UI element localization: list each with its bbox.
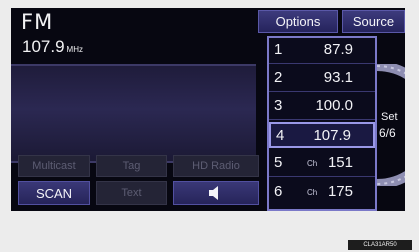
scan-button[interactable]: SCAN <box>18 181 90 205</box>
set-label: Set <box>381 111 398 123</box>
preset-channel-prefix: Ch <box>307 188 318 197</box>
preset-item-3[interactable]: 3 100.0 <box>269 94 375 120</box>
set-dial[interactable] <box>371 64 405 186</box>
preset-number: 1 <box>274 41 283 58</box>
band-label: FM <box>21 10 54 34</box>
multicast-button[interactable]: Multicast <box>18 155 90 177</box>
set-count: 6/6 <box>379 126 396 140</box>
preset-channel-prefix: Ch <box>307 159 318 168</box>
preset-value: 100.0 <box>315 97 353 114</box>
source-button[interactable]: Source <box>342 10 405 33</box>
preset-value: 175 <box>327 183 353 200</box>
preset-number: 6 <box>274 183 283 200</box>
radio-screen: FM 107.9 MHz Options Source Multicast Tag… <box>11 8 405 211</box>
preset-number: 2 <box>274 69 283 86</box>
frequency-unit: MHz <box>66 45 83 54</box>
preset-item-2[interactable]: 2 93.1 <box>269 66 375 92</box>
preset-number: 5 <box>274 154 283 171</box>
preset-value: 87.9 <box>323 41 353 58</box>
volume-button[interactable] <box>173 181 259 205</box>
preset-item-1[interactable]: 1 87.9 <box>269 38 375 64</box>
preset-item-4[interactable]: 4 107.9 <box>269 122 375 148</box>
preset-number: 3 <box>274 97 283 114</box>
hd-radio-button[interactable]: HD Radio <box>173 155 259 177</box>
tag-button[interactable]: Tag <box>96 155 167 177</box>
preset-value: 151 <box>327 154 353 171</box>
frequency-value: 107.9 <box>22 37 65 56</box>
image-code: CLA31AR50 <box>348 240 412 250</box>
speaker-icon <box>209 186 218 200</box>
text-button[interactable]: Text <box>96 181 167 205</box>
preset-item-5[interactable]: 5 Ch 151 <box>269 151 375 177</box>
current-frequency: 107.9 MHz <box>22 37 83 57</box>
preset-list: 1 87.9 2 93.1 3 100.0 4 107.9 5 Ch 151 6… <box>267 36 377 211</box>
info-band <box>11 66 256 162</box>
preset-value: 107.9 <box>313 127 351 144</box>
preset-item-6[interactable]: 6 Ch 175 <box>269 180 375 206</box>
options-button[interactable]: Options <box>258 10 338 33</box>
preset-value: 93.1 <box>323 69 353 86</box>
preset-number: 4 <box>276 127 285 144</box>
